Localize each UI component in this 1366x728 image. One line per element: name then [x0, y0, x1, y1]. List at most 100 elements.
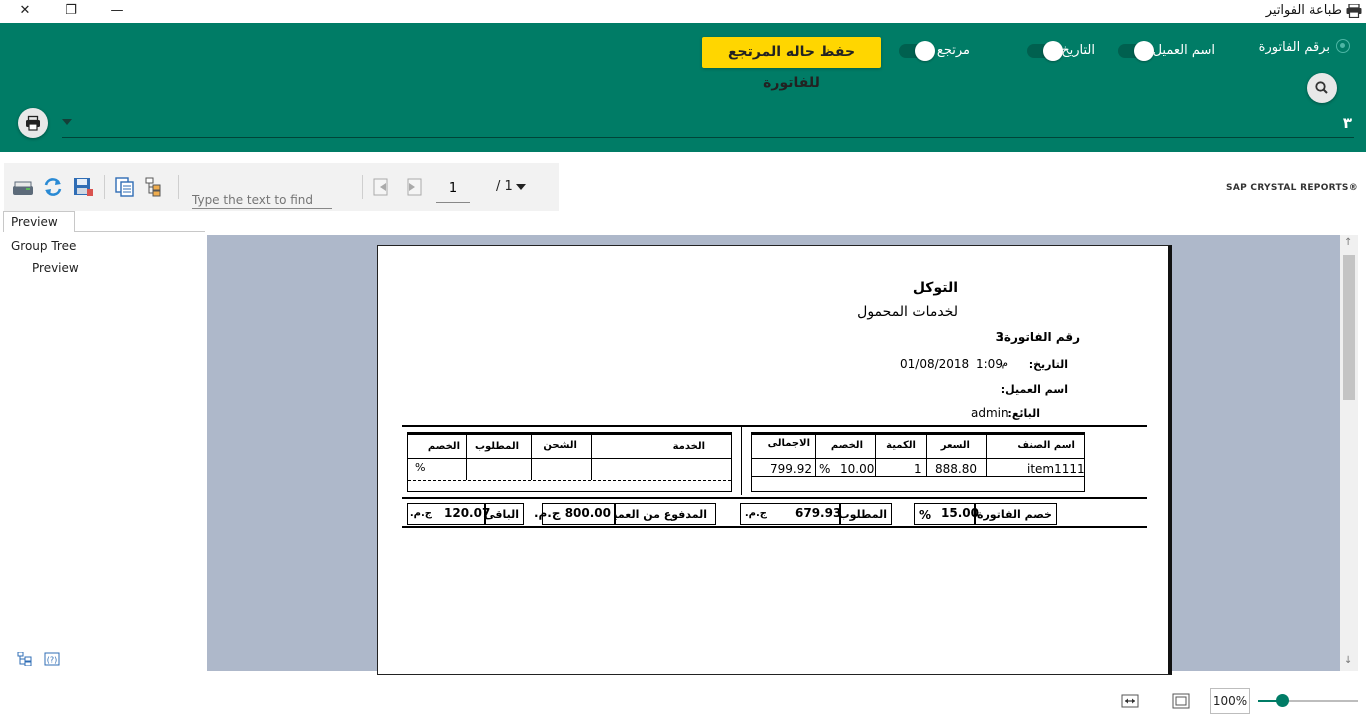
printer-icon	[26, 115, 40, 131]
current-page-input[interactable]	[436, 175, 470, 203]
toolbar-separator	[178, 175, 179, 199]
close-icon[interactable]: ✕	[16, 2, 34, 20]
item-total: 799.92	[770, 462, 812, 476]
export-save-icon[interactable]	[72, 177, 94, 197]
search-button[interactable]	[1307, 73, 1337, 103]
search-icon	[1315, 81, 1328, 94]
save-return-button[interactable]: حفظ حاله المرتجع للفاتورة	[702, 37, 881, 91]
chevron-down-icon[interactable]	[516, 184, 526, 190]
date-toggle[interactable]	[1027, 41, 1063, 61]
fit-page-icon[interactable]	[1172, 693, 1190, 709]
tree-view-icon[interactable]	[17, 652, 33, 666]
refresh-icon[interactable]	[42, 177, 64, 197]
items-header-name: اسم الصنف	[1017, 440, 1075, 451]
remaining-currency: ج.م.	[409, 508, 432, 519]
items-header-qty: الكمية	[886, 440, 916, 451]
company-subtitle: لخدمات المحمول	[857, 304, 958, 320]
vertical-scrollbar[interactable]: ↑ ↓	[1340, 235, 1358, 671]
rule	[408, 433, 731, 435]
group-tree-toggle-icon[interactable]	[144, 177, 166, 197]
customer-name-toggle-label: اسم العميل	[1152, 43, 1215, 58]
tab-divider	[75, 231, 205, 232]
services-header-service: الخدمة	[672, 441, 705, 452]
rule	[815, 435, 816, 476]
items-header-discount: الخصم	[830, 440, 863, 451]
return-toggle-label: مرتجع	[936, 43, 970, 58]
items-header-total: الاجمالى	[767, 438, 810, 449]
rule	[408, 458, 731, 459]
invoice-number-radio[interactable]	[1336, 39, 1350, 53]
rule	[466, 435, 467, 480]
rule	[752, 476, 1084, 477]
invoice-discount-pct: %	[919, 508, 932, 522]
maximize-icon[interactable]: ❐	[62, 2, 80, 20]
invoice-number-input[interactable]: ٣	[1343, 114, 1352, 132]
chevron-down-icon[interactable]	[62, 119, 72, 125]
rule	[408, 480, 731, 481]
paid-value-box: 800.00 ج.م.	[534, 503, 615, 525]
items-table: اسم الصنف السعر الكمية الخصم الاجمالى it…	[751, 432, 1085, 492]
rule	[402, 425, 1147, 427]
date-value: 01/08/2018	[900, 357, 970, 371]
tree-item-preview[interactable]: Preview	[32, 261, 79, 275]
scroll-down-icon[interactable]: ↓	[1344, 655, 1352, 666]
print-button[interactable]	[18, 108, 48, 138]
invoice-number-radio-label: برقم الفاتورة	[1258, 40, 1330, 55]
required-label: المطلوب:	[834, 508, 887, 521]
svg-text:(?): (?)	[47, 656, 58, 665]
invoice-number-label: رقم الفاتورة:	[999, 330, 1080, 344]
services-table: الخدمة الشحن المطلوب الخصم %	[407, 432, 732, 492]
paid-label-box: المدفوع من العميل:	[599, 503, 716, 525]
copy-icon[interactable]	[114, 177, 136, 197]
tab-preview[interactable]: Preview	[3, 211, 75, 232]
remaining-label-box: الباقى:	[480, 503, 524, 525]
search-panel: برقم الفاتورة اسم العميل التاريخ مرتجع ح…	[0, 23, 1366, 152]
item-discount-pct: %	[819, 462, 831, 476]
required-value-box: 679.93 ج.م.	[740, 503, 842, 525]
next-page-icon[interactable]	[402, 177, 424, 197]
find-text-input[interactable]	[192, 185, 332, 209]
toolbar-separator	[362, 175, 363, 199]
rule	[402, 526, 1147, 528]
rule	[986, 435, 987, 476]
services-header-required: المطلوب	[474, 441, 519, 452]
previous-page-icon[interactable]	[371, 177, 393, 197]
parameters-icon[interactable]: (?)	[44, 652, 60, 666]
zoom-slider-knob[interactable]	[1275, 694, 1289, 707]
print-report-icon[interactable]	[12, 177, 34, 197]
remaining-value: 120.07	[444, 506, 491, 520]
paid-label: المدفوع من العميل:	[599, 508, 707, 521]
column-divider	[741, 427, 742, 495]
required-value: 679.93	[795, 506, 842, 520]
window-title: طباعة الفواتير	[1265, 3, 1342, 18]
rule	[531, 435, 532, 480]
report-viewer-toolbar: / 1	[4, 163, 559, 211]
item-qty: 1	[914, 462, 922, 476]
item-price: 888.80	[935, 462, 977, 476]
scroll-thumb[interactable]	[1343, 255, 1355, 400]
company-name: التوكل	[912, 280, 958, 296]
rule	[752, 458, 1084, 459]
title-bar: ✕ ❐ — طباعة الفواتير	[0, 0, 1366, 23]
rule	[591, 435, 592, 480]
fit-width-icon[interactable]	[1121, 693, 1139, 709]
rule	[752, 433, 1084, 435]
rule	[875, 435, 876, 476]
minimize-icon[interactable]: —	[108, 2, 126, 20]
return-toggle[interactable]	[899, 41, 935, 61]
toolbar-separator	[104, 175, 105, 199]
item-name: item1111	[1027, 462, 1085, 476]
customer-name-toggle[interactable]	[1118, 41, 1154, 61]
input-underline	[62, 137, 1354, 138]
date-toggle-label: التاريخ	[1061, 43, 1095, 58]
invoice-number-value: 3	[995, 330, 1004, 344]
remaining-value-box: 120.07 ج.م.	[407, 503, 490, 525]
items-header-price: السعر	[940, 440, 970, 451]
invoice-discount-label: خصم الفاتورة:	[972, 508, 1052, 521]
scroll-up-icon[interactable]: ↑	[1344, 237, 1352, 248]
date-label: التاريخ:	[1028, 358, 1068, 371]
zoom-level[interactable]: 100%	[1210, 688, 1250, 714]
paid-value: 800.00 ج.م.	[533, 506, 611, 520]
services-header-shipping: الشحن	[543, 440, 577, 451]
item-discount: 10.00	[840, 462, 875, 476]
